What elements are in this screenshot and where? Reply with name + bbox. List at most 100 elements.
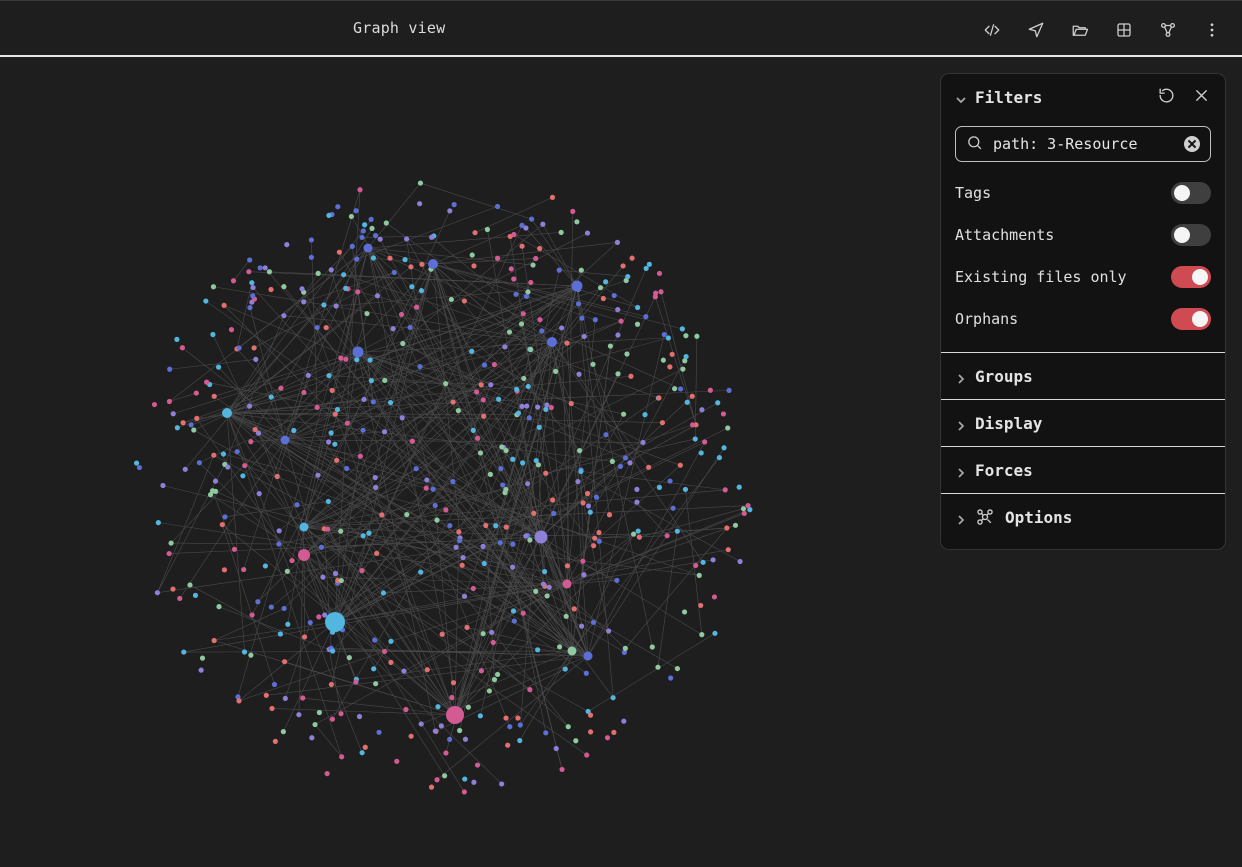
graph-node[interactable] <box>363 243 373 253</box>
graph-node[interactable] <box>368 216 374 222</box>
clear-search-icon[interactable] <box>1184 136 1200 152</box>
graph-node[interactable] <box>234 449 240 455</box>
graph-node[interactable] <box>584 752 590 758</box>
graph-node[interactable] <box>488 382 494 388</box>
graph-node[interactable] <box>578 623 585 629</box>
graph-node[interactable] <box>533 255 539 262</box>
graph-node[interactable] <box>510 608 517 614</box>
graph-node[interactable] <box>315 472 321 478</box>
graph-node[interactable] <box>635 528 641 534</box>
graph-node[interactable] <box>525 481 531 487</box>
graph-node[interactable] <box>177 595 183 602</box>
graph-node[interactable] <box>528 346 534 353</box>
graph-node[interactable] <box>193 390 199 396</box>
graph-node[interactable] <box>382 377 388 384</box>
graph-node[interactable] <box>462 776 468 782</box>
graph-node[interactable] <box>461 298 467 304</box>
graph-node[interactable] <box>562 579 572 589</box>
graph-node[interactable] <box>361 396 367 403</box>
graph-node[interactable] <box>513 291 519 297</box>
graph-node[interactable] <box>369 225 375 232</box>
graph-node[interactable] <box>506 329 513 335</box>
graph-node[interactable] <box>659 420 666 426</box>
graph-node[interactable] <box>524 403 530 409</box>
graph-node[interactable] <box>726 387 732 393</box>
graph-node[interactable] <box>326 373 332 379</box>
graph-node[interactable] <box>373 484 379 490</box>
graph-node[interactable] <box>483 522 489 529</box>
graph-node[interactable] <box>520 311 526 317</box>
graph-node[interactable] <box>615 332 621 338</box>
more-icon[interactable] <box>1194 15 1230 45</box>
graph-node[interactable] <box>372 474 378 481</box>
graph-node[interactable] <box>417 364 423 370</box>
graph-node[interactable] <box>216 604 222 610</box>
graph-node[interactable] <box>423 485 429 491</box>
graph-node[interactable] <box>236 698 242 704</box>
graph-node[interactable] <box>323 324 329 331</box>
graph-node[interactable] <box>712 630 718 636</box>
graph-node[interactable] <box>353 679 359 685</box>
graph-node[interactable] <box>315 270 321 276</box>
graph-node[interactable] <box>610 695 616 701</box>
graph-node[interactable] <box>357 187 363 193</box>
graph-node[interactable] <box>459 562 465 568</box>
graph-node[interactable] <box>381 429 388 435</box>
graph-node[interactable] <box>166 398 173 405</box>
graph-node[interactable] <box>634 321 641 327</box>
graph-icon[interactable] <box>1150 15 1186 45</box>
graph-node[interactable] <box>211 452 217 458</box>
graph-node[interactable] <box>491 361 498 368</box>
graph-node[interactable] <box>530 262 536 268</box>
graph-node[interactable] <box>333 303 339 309</box>
graph-node[interactable] <box>174 425 180 431</box>
graph-node[interactable] <box>174 336 180 342</box>
graph-node[interactable] <box>499 781 505 787</box>
graph-node[interactable] <box>540 581 547 587</box>
graph-node[interactable] <box>721 445 727 451</box>
graph-node[interactable] <box>571 606 577 612</box>
graph-node[interactable] <box>565 724 571 730</box>
graph-node[interactable] <box>321 302 327 308</box>
graph-node[interactable] <box>215 364 222 370</box>
graph-node[interactable] <box>252 426 258 433</box>
graph-node[interactable] <box>402 257 408 263</box>
graph-node[interactable] <box>677 462 683 468</box>
graph-node[interactable] <box>667 364 673 370</box>
graph-node[interactable] <box>625 273 631 280</box>
graph-node[interactable] <box>546 584 552 590</box>
graph-node[interactable] <box>502 344 508 350</box>
graph-node[interactable] <box>167 366 173 372</box>
graph-node[interactable] <box>558 229 564 235</box>
graph-node[interactable] <box>543 406 549 412</box>
graph-node[interactable] <box>606 628 612 634</box>
graph-node[interactable] <box>593 494 600 500</box>
graph-node[interactable] <box>590 361 596 367</box>
graph-node[interactable] <box>250 284 256 291</box>
graph-node[interactable] <box>668 675 674 681</box>
graph-node[interactable] <box>212 478 219 484</box>
graph-node[interactable] <box>724 525 730 531</box>
graph-node[interactable] <box>241 649 248 655</box>
graph-node[interactable] <box>547 337 557 347</box>
graph-node[interactable] <box>429 234 435 240</box>
graph-node[interactable] <box>667 478 673 484</box>
graph-node[interactable] <box>537 245 543 252</box>
graph-node[interactable] <box>620 263 626 269</box>
graph-node[interactable] <box>360 228 366 234</box>
graph-node[interactable] <box>281 313 287 319</box>
graph-node[interactable] <box>656 270 663 277</box>
graph-node[interactable] <box>230 278 237 284</box>
graph-node[interactable] <box>334 457 340 463</box>
graph-node[interactable] <box>519 403 525 409</box>
graph-node[interactable] <box>575 478 581 485</box>
graph-node[interactable] <box>401 668 407 674</box>
graph-node[interactable] <box>480 631 486 637</box>
graph-node[interactable] <box>471 263 477 269</box>
graph-node[interactable] <box>588 729 594 735</box>
graph-node[interactable] <box>329 387 335 394</box>
graph-node[interactable] <box>579 315 585 321</box>
graph-node[interactable] <box>379 512 385 518</box>
graph-node[interactable] <box>298 549 310 561</box>
graph-node[interactable] <box>525 289 531 295</box>
